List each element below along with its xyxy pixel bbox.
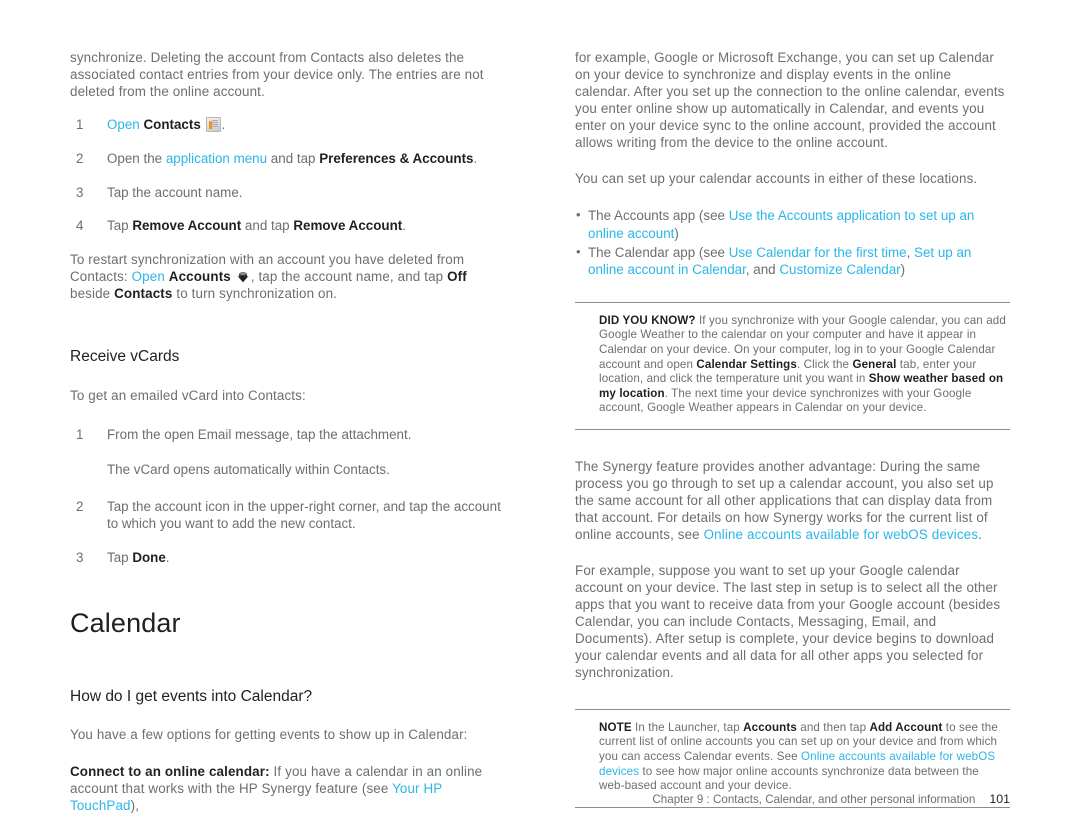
remove-account-bold-1: Remove Account	[132, 218, 242, 234]
accounts-icon	[236, 270, 250, 284]
step-4: 4 Tap Remove Account and tap Remove Accou…	[70, 218, 505, 235]
connect-bold-lead: Connect to an online calendar:	[70, 764, 270, 780]
step-4-text-before: Tap	[107, 218, 133, 234]
step-1-suffix: .	[221, 116, 226, 132]
vcard-step-3-text-before: Tap	[107, 549, 133, 565]
calendar-settings-bold: Calendar Settings	[696, 357, 797, 371]
note-part-4: to see how major online accounts synchro…	[599, 764, 979, 793]
step-4-suffix: .	[402, 218, 406, 234]
connect-online-calendar-paragraph: Connect to an online calendar: If you ha…	[70, 764, 505, 815]
step-1: 1 Open Contacts .	[70, 116, 505, 134]
general-bold: General	[852, 357, 897, 371]
accounts-bold: Accounts	[168, 269, 231, 285]
contacts-bold-2: Contacts	[114, 286, 173, 302]
note-part-2: and then tap	[796, 720, 870, 734]
step-2: 2 Open the application menu and tap Prefe…	[70, 151, 505, 168]
bullet-1-part-2: )	[674, 225, 679, 241]
receive-vcards-heading: Receive vCards	[70, 348, 180, 366]
step-number: 1	[76, 426, 84, 442]
step-2-text-before: Open the	[107, 150, 166, 166]
left-column: synchronize. Deleting the account from C…	[70, 50, 505, 815]
step-number: 1	[76, 116, 84, 132]
remove-account-bold-2: Remove Account	[293, 218, 403, 234]
add-account-bold: Add Account	[869, 720, 943, 734]
footer-chapter-text: Chapter 9 : Contacts, Calendar, and othe…	[652, 793, 976, 806]
intro-paragraph: synchronize. Deleting the account from C…	[70, 50, 484, 99]
step-number: 3	[76, 549, 84, 565]
note-part-1: In the Launcher, tap	[631, 720, 744, 734]
calendar-lead: You have a few options for getting event…	[70, 726, 468, 742]
right-column: for example, Google or Microsoft Exchang…	[575, 50, 1010, 808]
document-page: synchronize. Deleting the account from C…	[0, 0, 1080, 834]
step-number: 2	[76, 150, 84, 166]
restart-part-4: beside	[70, 286, 115, 302]
page-footer: Chapter 9 : Contacts, Calendar, and othe…	[575, 792, 1010, 806]
how-do-i-get-events-heading: How do I get events into Calendar?	[70, 687, 313, 705]
preferences-accounts-bold: Preferences & Accounts	[319, 150, 474, 166]
bullet-2-part-2: )	[900, 262, 906, 278]
note-tag: NOTE	[599, 720, 632, 734]
vcard-step-3-suffix: .	[165, 549, 170, 565]
step-3-text: Tap the account name.	[107, 184, 243, 200]
did-you-know-text: DID YOU KNOW? If you synchronize with yo…	[599, 314, 1006, 416]
vcard-step-1-text: From the open Email message, tap the att…	[107, 426, 412, 442]
continued-paragraph: for example, Google or Microsoft Exchang…	[575, 50, 1005, 150]
step-3: 3 Tap the account name.	[70, 185, 505, 202]
page-number: 101	[989, 792, 1010, 806]
connect-part-2: ),	[130, 798, 140, 814]
open-accounts-link[interactable]: Open	[132, 269, 165, 284]
step-number: 4	[76, 218, 84, 234]
dyk-part-2: . Click the	[796, 357, 853, 371]
did-you-know-callout: DID YOU KNOW? If you synchronize with yo…	[575, 301, 1010, 430]
synergy-paragraph: The Synergy feature provides another adv…	[575, 459, 1010, 544]
bullet-2-mid-2: , and	[745, 262, 780, 278]
example-paragraph: For example, suppose you want to set up …	[575, 563, 1001, 680]
customize-calendar-link[interactable]: Customize Calendar	[779, 262, 900, 277]
accounts-bold-note: Accounts	[743, 720, 797, 734]
restart-sync-paragraph: To restart synchronization with an accou…	[70, 252, 505, 303]
vcard-step-1: 1 From the open Email message, tap the at…	[70, 427, 505, 444]
step-number: 2	[76, 498, 84, 514]
calendar-heading: Calendar	[70, 607, 181, 638]
use-calendar-first-time-link[interactable]: Use Calendar for the first time	[729, 245, 907, 260]
step-2-suffix: .	[473, 150, 478, 166]
step-number: 3	[76, 184, 84, 200]
synergy-part-2: .	[978, 526, 982, 542]
contacts-icon	[205, 116, 221, 132]
bullet-2-part-1: The Calendar app (see	[588, 244, 729, 260]
vcard-step-2: 2 Tap the account icon in the upper-right…	[70, 499, 505, 533]
application-menu-link[interactable]: application menu	[166, 151, 267, 166]
locations-lead: You can set up your calendar accounts in…	[575, 171, 978, 187]
vcard-step-3: 3 Tap Done.	[70, 550, 505, 567]
note-text: NOTE In the Launcher, tap Accounts and t…	[599, 721, 1006, 794]
did-you-know-tag: DID YOU KNOW?	[599, 313, 696, 327]
contacts-bold: Contacts	[143, 116, 201, 132]
location-bullet-list: The Accounts app (see Use the Accounts a…	[575, 206, 1010, 279]
off-bold: Off	[447, 269, 467, 285]
vcard-substep: The vCard opens automatically within Con…	[107, 461, 390, 477]
restart-part-5: to turn synchronization on.	[172, 286, 338, 302]
receive-vcards-lead: To get an emailed vCard into Contacts:	[70, 388, 306, 404]
step-2-text-middle: and tap	[267, 150, 320, 166]
vcard-step-2-text: Tap the account icon in the upper-right …	[107, 498, 501, 531]
bullet-2-mid-1: ,	[906, 244, 915, 260]
list-item-calendar-app: The Calendar app (see Use Calendar for t…	[575, 243, 1010, 279]
online-accounts-webos-link-1[interactable]: Online accounts available for webOS devi…	[704, 527, 978, 542]
bullet-1-part-1: The Accounts app (see	[588, 208, 729, 224]
restart-part-3: , tap the account name, and tap	[250, 269, 448, 285]
list-item-accounts-app: The Accounts app (see Use the Accounts a…	[575, 206, 1010, 242]
step-4-text-middle: and tap	[241, 218, 294, 234]
done-bold: Done	[132, 549, 166, 565]
open-link[interactable]: Open	[107, 117, 140, 132]
